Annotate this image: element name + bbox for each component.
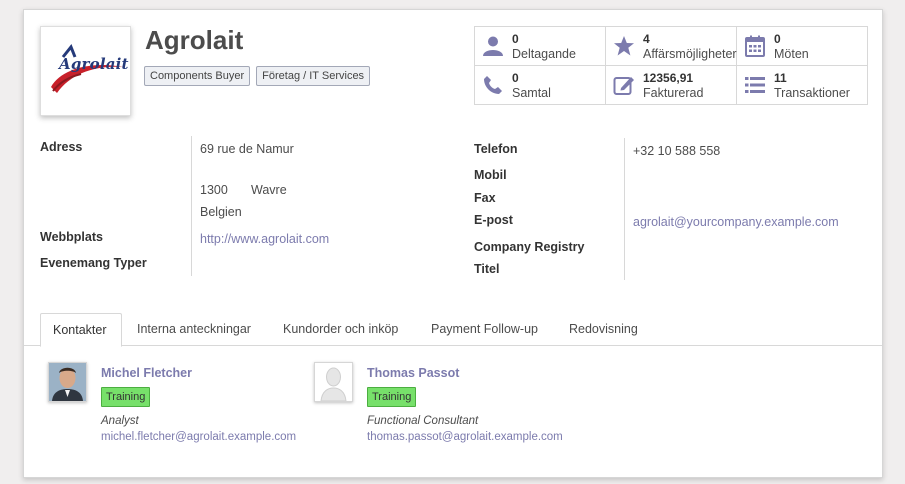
country-field[interactable]: Belgien — [200, 205, 242, 219]
category-badge: Training — [101, 387, 151, 407]
contact-name[interactable]: Michel Fletcher — [101, 366, 192, 380]
calendar-icon — [745, 35, 765, 57]
zip-field[interactable]: 1300 — [200, 183, 228, 197]
user-icon — [483, 36, 503, 56]
street-field[interactable]: 69 rue de Namur — [200, 142, 294, 156]
stat-label: Transaktioner — [774, 86, 850, 100]
logo-wordmark: Agrolait — [59, 55, 129, 73]
left-field-divider — [191, 136, 192, 276]
stat-label: Fakturerad — [643, 86, 704, 100]
tab-payment-follow-up[interactable]: Payment Follow-up — [419, 313, 550, 346]
email-label: E-post — [474, 213, 513, 227]
tag-it-services[interactable]: Företag / IT Services — [256, 66, 371, 86]
contact-email[interactable]: michel.fletcher@agrolait.example.com — [101, 431, 296, 443]
stat-button-participations[interactable]: 0 Deltagande — [475, 27, 606, 66]
phone-icon — [484, 76, 502, 94]
website-link[interactable]: http://www.agrolait.com — [200, 232, 329, 246]
stat-button-transactions[interactable]: 11 Transaktioner — [737, 66, 867, 104]
company-name[interactable]: Agrolait — [145, 25, 243, 56]
stat-count: 4 — [643, 32, 650, 46]
mobile-label: Mobil — [474, 168, 507, 182]
tab-internal-notes[interactable]: Interna anteckningar — [125, 313, 263, 346]
stat-button-calls[interactable]: 0 Samtal — [475, 66, 606, 104]
stat-button-meetings[interactable]: 0 Möten — [737, 27, 867, 66]
company-registry-label: Company Registry — [474, 240, 585, 254]
stat-count: 11 — [774, 71, 787, 85]
tab-contacts[interactable]: Kontakter — [40, 313, 122, 347]
stat-label: Deltagande — [512, 47, 576, 61]
company-logo[interactable]: Agrolait — [40, 26, 131, 116]
stat-count: 12356,91 — [643, 71, 694, 85]
category-badge: Training — [367, 387, 417, 407]
right-field-divider — [624, 138, 625, 280]
event-types-label: Evenemang Typer — [40, 256, 147, 270]
contact-name[interactable]: Thomas Passot — [367, 366, 459, 380]
stat-count: 0 — [512, 71, 519, 85]
tab-sales-purchases[interactable]: Kundorder och inköp — [271, 313, 410, 346]
notebook-tabs: Kontakter Interna anteckningar Kundorder… — [24, 313, 882, 347]
stat-button-opportunities[interactable]: 4 Affärsmöjligheter — [606, 27, 737, 66]
phone-field[interactable]: +32 10 588 558 — [633, 144, 720, 158]
contact-function: Functional Consultant — [367, 415, 479, 427]
email-link[interactable]: agrolait@yourcompany.example.com — [633, 215, 839, 229]
fax-label: Fax — [474, 191, 496, 205]
avatar — [314, 362, 353, 402]
tag-components-buyer[interactable]: Components Buyer — [144, 66, 251, 86]
category-tags: Components Buyer Företag / IT Services — [144, 66, 371, 86]
stat-label: Möten — [774, 47, 809, 61]
partner-form-sheet: Agrolait Agrolait Components Buyer Föret… — [23, 9, 883, 478]
avatar — [48, 362, 87, 402]
address-label: Adress — [40, 140, 83, 154]
pencil-square-icon — [613, 77, 634, 95]
list-icon — [745, 77, 765, 93]
city-field[interactable]: Wavre — [251, 183, 287, 197]
stat-count: 0 — [512, 32, 519, 46]
phone-label: Telefon — [474, 142, 518, 156]
person-photo-icon — [49, 363, 86, 401]
stat-label: Affärsmöjligheter — [643, 47, 737, 61]
star-icon — [614, 36, 634, 56]
contact-email[interactable]: thomas.passot@agrolait.example.com — [367, 431, 563, 443]
tab-accounting[interactable]: Redovisning — [557, 313, 650, 346]
stat-button-invoiced[interactable]: 12356,91 Fakturerad — [606, 66, 737, 104]
website-label: Webbplats — [40, 230, 103, 244]
title-label: Titel — [474, 262, 500, 276]
contact-function: Analyst — [101, 415, 139, 427]
placeholder-person-icon — [315, 363, 352, 402]
smart-buttons: 0 Deltagande 4 Affärsmöjligheter 0 Möten… — [474, 26, 868, 105]
stat-count: 0 — [774, 32, 781, 46]
stat-label: Samtal — [512, 86, 551, 100]
